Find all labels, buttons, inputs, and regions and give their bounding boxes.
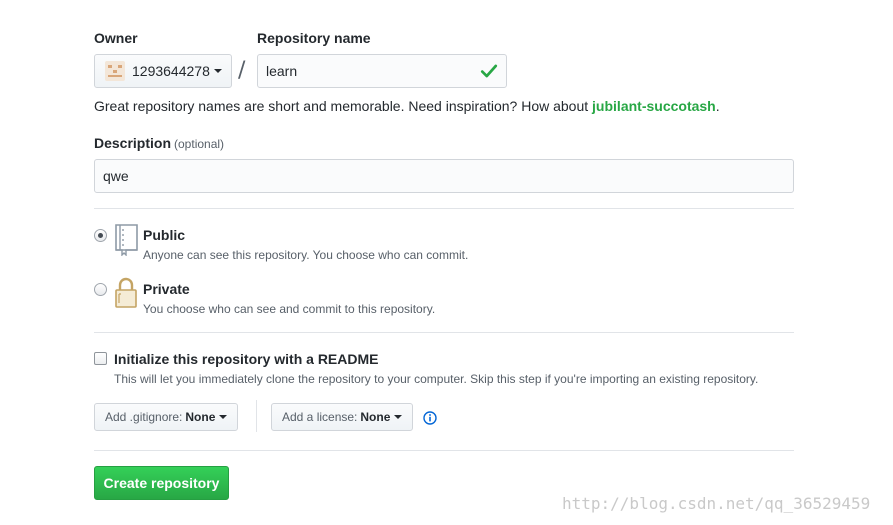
repository-name-hint: Great repository names are short and mem… [94,98,720,114]
owner-label: Owner [94,30,138,46]
private-title: Private [143,281,190,297]
divider [94,332,794,333]
public-note: Anyone can see this repository. You choo… [143,248,469,262]
repo-book-icon [115,224,138,256]
check-icon [480,64,498,78]
description-label: Description (optional) [94,135,224,151]
divider [94,208,794,209]
gitignore-select[interactable]: Add .gitignore: None [94,403,239,431]
owner-name: 1293644278 [132,63,210,79]
private-radio[interactable] [94,283,107,296]
repository-name-label: Repository name [257,30,371,46]
create-repository-button[interactable]: Create repository [94,466,229,500]
info-icon[interactable] [423,411,437,425]
public-radio[interactable] [94,229,107,242]
gitignore-label: Add .gitignore: [105,410,183,424]
license-select[interactable]: Add a license: None [271,403,414,431]
public-title: Public [143,227,186,243]
chevron-down-icon [213,69,222,73]
divider [94,450,794,451]
license-value: None [360,410,391,424]
owner-select[interactable]: 1293644278 [94,54,232,88]
description-input[interactable] [94,159,794,193]
chevron-down-icon [394,415,403,419]
watermark: http://blog.csdn.net/qq_36529459 [562,494,871,513]
name-suggestion-link[interactable]: jubilant-succotash [592,98,716,114]
optional-note: (optional) [174,137,225,151]
hint-end: . [715,98,720,114]
gitignore-value: None [185,410,216,424]
init-readme-label[interactable]: Initialize this repository with a README [114,351,378,367]
hint-text: Great repository names are short and mem… [94,98,593,114]
repository-name-input[interactable] [257,54,507,88]
init-readme-note: This will let you immediately clone the … [114,372,759,386]
chevron-down-icon [219,415,228,419]
private-note: You choose who can see and commit to thi… [143,302,436,316]
lock-icon [115,277,137,308]
owner-repo-separator: / [238,58,246,83]
description-label-text: Description [94,135,172,151]
avatar [105,61,125,81]
license-label: Add a license: [282,410,358,424]
init-readme-checkbox[interactable] [94,352,107,365]
divider [256,400,257,432]
